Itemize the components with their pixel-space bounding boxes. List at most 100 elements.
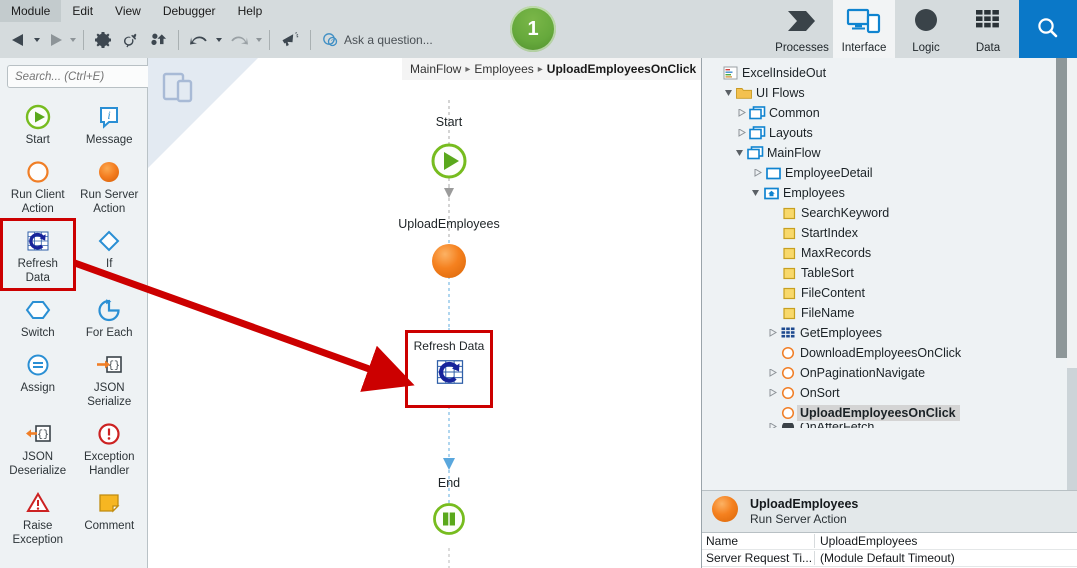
tree-twisty-collapsed[interactable] bbox=[766, 389, 779, 397]
tree-twisty-collapsed[interactable] bbox=[766, 369, 779, 377]
tree-twisty-expanded[interactable] bbox=[722, 89, 735, 97]
client-action-icon bbox=[779, 346, 797, 360]
tree-scrollbar-thumb[interactable] bbox=[1056, 58, 1067, 358]
tool-run-server-action[interactable]: Run Server Action bbox=[74, 151, 146, 220]
tree-twisty-collapsed[interactable] bbox=[766, 329, 779, 337]
flow-canvas[interactable]: MainFlow ▸ Employees ▸ UploadEmployeesOn… bbox=[148, 58, 701, 568]
tree-twisty-expanded[interactable] bbox=[749, 189, 762, 197]
variable-icon bbox=[780, 227, 798, 240]
tool-message[interactable]: i Message bbox=[74, 96, 146, 151]
undo-dropdown-caret[interactable] bbox=[216, 38, 222, 42]
tool-comment[interactable]: Comment bbox=[74, 482, 146, 551]
tree-node-filename[interactable]: FileName bbox=[702, 303, 1068, 323]
menu-item-debugger[interactable]: Debugger bbox=[152, 0, 227, 22]
redo-button[interactable] bbox=[224, 25, 254, 55]
back-button[interactable] bbox=[6, 25, 32, 55]
tree-node-employeedetail[interactable]: EmployeeDetail bbox=[702, 163, 1068, 183]
node-start[interactable] bbox=[428, 140, 470, 187]
property-value[interactable]: UploadEmployees bbox=[815, 534, 1064, 548]
toolbar-separator-4 bbox=[310, 30, 311, 50]
variable-icon bbox=[780, 247, 798, 260]
tool-json-serialize[interactable]: {} JSON Serialize bbox=[74, 344, 146, 413]
client-action-icon bbox=[779, 386, 797, 400]
tree-twisty-collapsed[interactable] bbox=[735, 129, 748, 137]
menu-item-edit[interactable]: Edit bbox=[61, 0, 104, 22]
tab-search[interactable]: Search bbox=[1019, 0, 1077, 58]
back-dropdown-caret[interactable] bbox=[34, 38, 40, 42]
forward-dropdown-caret[interactable] bbox=[70, 38, 76, 42]
tree-node-common[interactable]: Common bbox=[702, 103, 1068, 123]
tree-node-downloademployeesonclick[interactable]: DownloadEmployeesOnClick bbox=[702, 343, 1068, 363]
tab-processes[interactable]: Processes bbox=[771, 0, 833, 58]
elements-tree[interactable]: ExcelInsideOut UI Flows Common Layouts M… bbox=[702, 58, 1068, 428]
node-end[interactable] bbox=[430, 500, 468, 543]
tree-twisty-expanded[interactable] bbox=[733, 149, 746, 157]
tab-data[interactable]: Data bbox=[957, 0, 1019, 58]
tab-logic[interactable]: Logic bbox=[895, 0, 957, 58]
toolbox-tool-grid: Start i Message Run Client Action Run Se… bbox=[0, 94, 147, 551]
logic-icon bbox=[909, 0, 943, 41]
for-each-icon bbox=[95, 295, 123, 325]
tool-refresh-data[interactable]: Refresh Data bbox=[0, 218, 76, 291]
menu-item-help[interactable]: Help bbox=[227, 0, 274, 22]
tree-twisty-collapsed[interactable] bbox=[735, 109, 748, 117]
tree-vertical-scrollbar[interactable] bbox=[1056, 58, 1067, 428]
debug-button[interactable] bbox=[117, 25, 145, 55]
tree-node-ui-flows[interactable]: UI Flows bbox=[702, 83, 1068, 103]
property-row-name[interactable]: Name UploadEmployees bbox=[702, 533, 1077, 550]
tool-json-deserialize[interactable]: {} JSON Deserialize bbox=[2, 413, 74, 482]
tree-node-startindex[interactable]: StartIndex bbox=[702, 223, 1068, 243]
panel-splitter[interactable] bbox=[702, 428, 1077, 490]
tool-for-each[interactable]: For Each bbox=[74, 289, 146, 344]
tree-node-excelinsideout[interactable]: ExcelInsideOut bbox=[702, 63, 1068, 83]
tool-exception-handler-label: Exception Handler bbox=[83, 451, 135, 477]
tree-node-uploademployeesonclick[interactable]: UploadEmployeesOnClick bbox=[702, 403, 1068, 423]
tool-start[interactable]: Start bbox=[2, 96, 74, 151]
variable-icon bbox=[780, 207, 798, 220]
menu-item-module[interactable]: Module bbox=[0, 0, 62, 22]
tree-node-getemployees[interactable]: GetEmployees bbox=[702, 323, 1068, 343]
tool-assign-label: Assign bbox=[20, 382, 56, 394]
settings-button[interactable] bbox=[89, 25, 117, 55]
tree-twisty-collapsed[interactable] bbox=[751, 169, 764, 177]
tool-switch[interactable]: Switch bbox=[2, 289, 74, 344]
feedback-button[interactable] bbox=[275, 25, 305, 55]
node-upload-employees[interactable] bbox=[428, 240, 470, 287]
tree-node-label: EmployeeDetail bbox=[785, 166, 873, 180]
toolbar-separator-1 bbox=[83, 30, 84, 50]
menu-item-view[interactable]: View bbox=[104, 0, 152, 22]
variable-icon bbox=[780, 267, 798, 280]
tree-node-onsort[interactable]: OnSort bbox=[702, 383, 1068, 403]
property-name-label: Server Request Ti... bbox=[702, 551, 815, 565]
redo-dropdown-caret[interactable] bbox=[256, 38, 262, 42]
tool-assign[interactable]: Assign bbox=[2, 344, 74, 413]
tool-exception-handler[interactable]: Exception Handler bbox=[74, 413, 146, 482]
tree-node-searchkeyword[interactable]: SearchKeyword bbox=[702, 203, 1068, 223]
publish-button[interactable] bbox=[145, 25, 173, 55]
tree-node-layouts[interactable]: Layouts bbox=[702, 123, 1068, 143]
forward-button[interactable] bbox=[42, 25, 68, 55]
assign-icon bbox=[24, 350, 52, 380]
tree-node-mainflow[interactable]: MainFlow bbox=[702, 143, 1068, 163]
tool-raise-exception[interactable]: Raise Exception bbox=[2, 482, 74, 551]
redo-icon bbox=[231, 36, 248, 45]
ask-question-button[interactable]: ? Ask a question... bbox=[322, 32, 433, 48]
node-refresh-data-highlight[interactable]: Refresh Data bbox=[405, 330, 493, 408]
start-icon bbox=[24, 102, 52, 132]
tree-node-filecontent[interactable]: FileContent bbox=[702, 283, 1068, 303]
tree-node-onpaginationnavigate[interactable]: OnPaginationNavigate bbox=[702, 363, 1068, 383]
tool-if-label: If bbox=[106, 258, 113, 270]
tool-run-client-action[interactable]: Run Client Action bbox=[2, 151, 74, 220]
tab-interface[interactable]: Interface bbox=[833, 0, 895, 58]
ask-question-icon: ? bbox=[323, 33, 338, 47]
property-value[interactable]: (Module Default Timeout) bbox=[815, 551, 1064, 565]
tree-node-employees[interactable]: Employees bbox=[702, 183, 1068, 203]
tree-node-maxrecords[interactable]: MaxRecords bbox=[702, 243, 1068, 263]
tree-node-tablesort[interactable]: TableSort bbox=[702, 263, 1068, 283]
tool-if[interactable]: If bbox=[74, 220, 146, 289]
client-action-icon bbox=[779, 366, 797, 380]
properties-subtitle: Run Server Action bbox=[750, 511, 847, 526]
property-row-server-request-timeout[interactable]: Server Request Ti... (Module Default Tim… bbox=[702, 550, 1077, 567]
undo-button[interactable] bbox=[184, 25, 214, 55]
run-client-action-icon bbox=[24, 157, 52, 187]
